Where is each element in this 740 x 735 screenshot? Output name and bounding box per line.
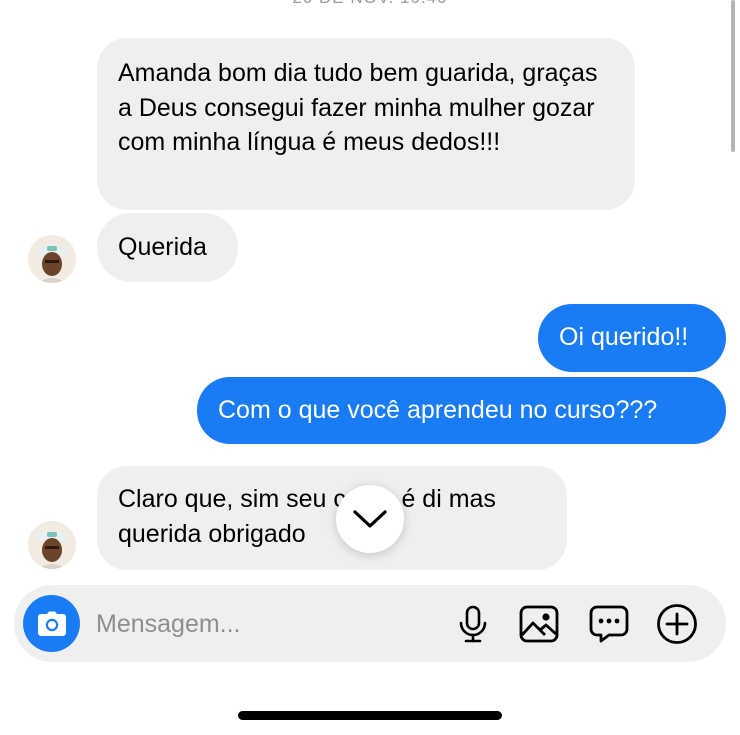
scroll-to-bottom-button[interactable]: [336, 485, 404, 553]
incoming-message[interactable]: Amanda bom dia tudo bem guarida, graças …: [97, 38, 635, 210]
outgoing-message[interactable]: Com o que você aprendeu no curso???: [197, 377, 726, 444]
chat-bubble-icon: [589, 605, 629, 643]
incoming-message[interactable]: Claro que, sim seu curso é di mas querid…: [97, 466, 567, 570]
home-indicator[interactable]: [238, 711, 502, 720]
chevron-down-icon: [353, 510, 387, 528]
camera-button[interactable]: [23, 595, 80, 652]
voice-message-button[interactable]: [451, 602, 495, 646]
microphone-icon: [459, 605, 487, 643]
message-composer: [14, 585, 726, 662]
plus-circle-icon: [657, 604, 697, 644]
gallery-button[interactable]: [517, 602, 561, 646]
contact-avatar[interactable]: [28, 521, 76, 569]
message-input[interactable]: [96, 607, 356, 641]
add-attachment-button[interactable]: [655, 602, 699, 646]
contact-avatar[interactable]: [28, 235, 76, 283]
image-icon: [519, 605, 559, 643]
conversation-timestamp: 20 DE NOV. 10:40: [0, 0, 740, 8]
scrollbar[interactable]: [731, 0, 735, 152]
sticker-button[interactable]: [587, 602, 631, 646]
outgoing-message[interactable]: Oi querido!!: [538, 304, 726, 372]
incoming-message[interactable]: Querida: [97, 213, 238, 282]
camera-icon: [37, 611, 66, 636]
